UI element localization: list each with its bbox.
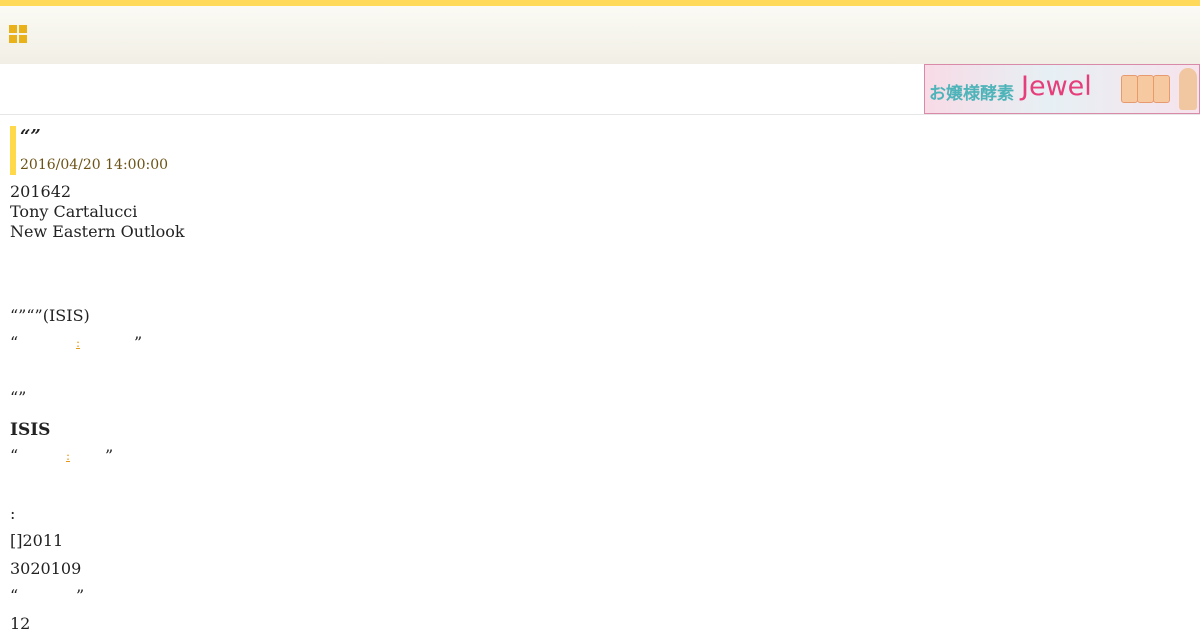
article-title: “” [20, 126, 41, 147]
article-link[interactable] [56, 586, 75, 601]
ad-product-icon [1153, 75, 1170, 103]
grid-square-icon [19, 25, 27, 33]
ad-character-icon [1179, 68, 1197, 110]
grid-menu-icon[interactable] [9, 25, 27, 43]
section-heading: ISIS [10, 420, 51, 440]
open-quote: “ [10, 446, 19, 465]
article-header: “” 2016/04/20 14:00:00 [10, 126, 168, 175]
body-line: 3020109 [10, 559, 82, 578]
article-link[interactable]: : [76, 333, 133, 353]
close-quote: ” [134, 333, 143, 352]
meta-date: 201642 [10, 182, 72, 201]
article-author: Tony Cartalucci [10, 202, 138, 221]
body-line: 12 [10, 614, 31, 633]
article-link[interactable]: : [66, 446, 104, 466]
site-header [0, 6, 1200, 64]
body-line: []2011 [10, 531, 64, 550]
open-quote: “ [10, 586, 19, 605]
body-line: “” [10, 388, 27, 407]
body-line-with-link: “ : ” [10, 446, 120, 466]
body-line-with-link: “ : ” [10, 333, 150, 353]
ad-banner[interactable]: お嬢様酵素 Jewel [924, 64, 1200, 114]
body-line-with-link: “ ” [10, 586, 90, 606]
body-line: “”“”(ISIS) [10, 306, 90, 325]
ad-brand-text: Jewel [1021, 71, 1092, 102]
ad-japanese-text: お嬢様酵素 [929, 84, 1014, 104]
grid-square-icon [9, 25, 17, 33]
close-quote: ” [105, 446, 114, 465]
article-date: 2016/04/20 14:00:00 [20, 157, 169, 173]
close-quote: ” [76, 586, 85, 605]
ad-product-icon [1121, 75, 1138, 103]
ad-product-icon [1137, 75, 1154, 103]
open-quote: “ [10, 333, 19, 352]
banner-row: お嬢様酵素 Jewel [0, 64, 1200, 115]
body-line: : [10, 504, 16, 523]
grid-square-icon [19, 35, 27, 43]
grid-square-icon [9, 35, 17, 43]
article-source: New Eastern Outlook [10, 222, 185, 241]
